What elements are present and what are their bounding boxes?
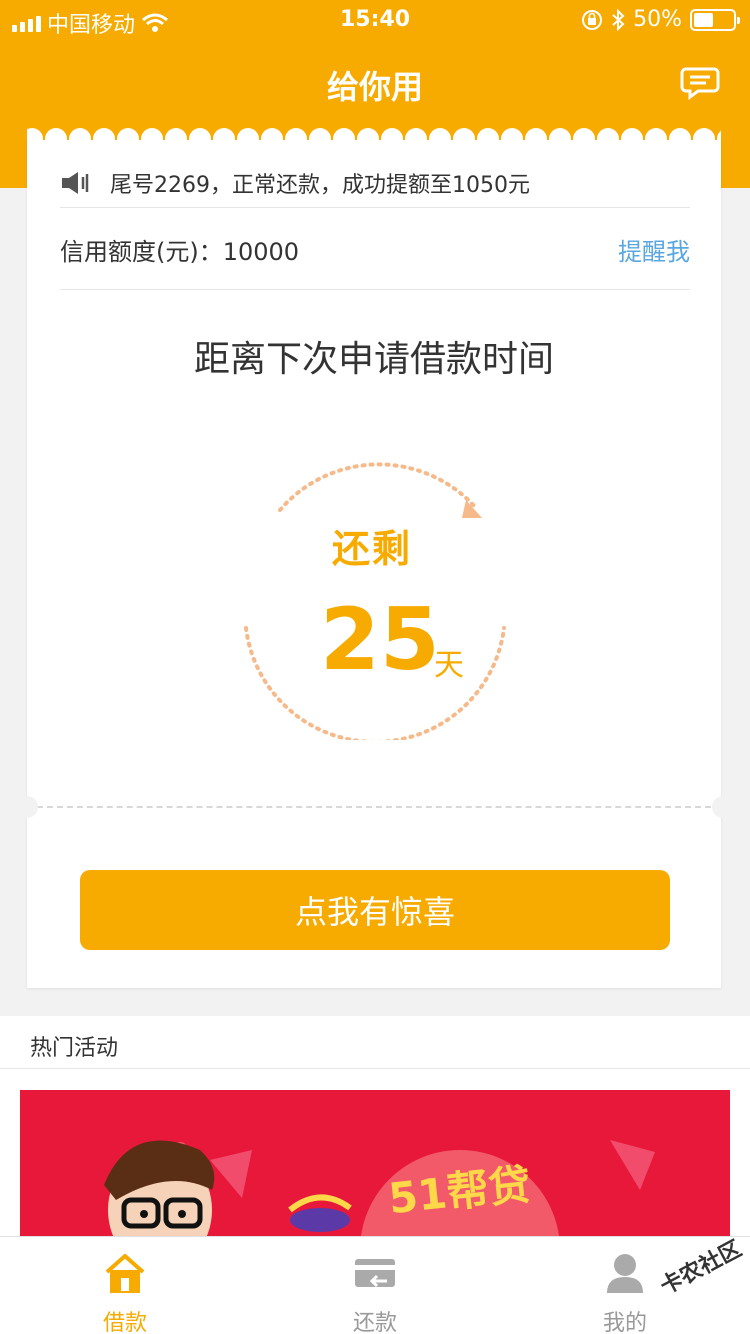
scallop-bump xyxy=(117,128,139,150)
orientation-lock-icon xyxy=(582,9,603,30)
credit-limit: 信用额度(元)：10000 xyxy=(60,238,300,266)
scallop-bump xyxy=(189,128,211,150)
speaker-icon xyxy=(62,171,89,194)
scallop-bump xyxy=(237,128,259,150)
scallop-bump xyxy=(285,128,307,150)
credit-row: 信用额度(元)：10000 提醒我 xyxy=(60,210,690,290)
scallop-bump xyxy=(573,128,595,150)
tab-label: 我的 xyxy=(602,1311,647,1334)
remind-me-link[interactable]: 提醒我 xyxy=(618,232,690,267)
scallop-bump xyxy=(27,128,43,150)
activity-banner[interactable]: 51帮贷 xyxy=(20,1090,730,1250)
card-notch-left xyxy=(16,796,38,818)
card-return-icon xyxy=(355,1259,395,1288)
scallop-bump xyxy=(477,128,499,150)
scallop-bump xyxy=(69,128,91,150)
scallop-bump xyxy=(669,128,691,150)
status-right: 50% xyxy=(581,7,740,32)
days-remaining: 25 xyxy=(320,590,440,690)
notice-text: 尾号2269，正常还款，成功提额至1050元 xyxy=(110,172,530,198)
scallop-bump xyxy=(453,128,475,150)
countdown-heading: 距离下次申请借款时间 xyxy=(193,339,554,380)
scallop-bump xyxy=(213,128,235,150)
bluetooth-icon xyxy=(612,8,625,31)
scallop-bump xyxy=(141,128,163,150)
battery-icon xyxy=(690,8,740,31)
tab-label: 还款 xyxy=(352,1311,397,1334)
card-notch-right xyxy=(712,796,734,818)
scallop-bump xyxy=(357,128,379,150)
scallop-bump xyxy=(597,128,619,150)
scallop-bump xyxy=(405,128,427,150)
scallop-bump xyxy=(309,128,331,150)
tab-label: 借款 xyxy=(102,1311,147,1334)
section-title: 热门活动 xyxy=(30,1036,119,1061)
tab-borrow[interactable]: 借款 xyxy=(0,1237,250,1334)
notice-bar: 尾号2269，正常还款，成功提额至1050元 xyxy=(60,158,690,208)
card-scallop-edge xyxy=(27,128,721,152)
user-icon xyxy=(607,1254,643,1293)
scallop-bump xyxy=(717,128,721,150)
tab-bar: 借款 还款 我的 xyxy=(0,1236,750,1334)
banner-artwork xyxy=(104,1140,655,1250)
scallop-bump xyxy=(645,128,667,150)
scallop-bump xyxy=(333,128,355,150)
scallop-bump xyxy=(501,128,523,150)
scallop-bump xyxy=(621,128,643,150)
scallop-bump xyxy=(525,128,547,150)
tab-repay[interactable]: 还款 xyxy=(250,1237,500,1334)
message-icon[interactable] xyxy=(680,66,720,100)
scallop-bump xyxy=(93,128,115,150)
remain-label: 还剩 xyxy=(331,527,412,571)
scallop-bump xyxy=(45,128,67,150)
page-title: 给你用 xyxy=(326,68,423,106)
scallop-bump xyxy=(549,128,571,150)
section-divider xyxy=(0,1068,750,1069)
days-unit: 天 xyxy=(434,648,464,683)
status-bar: 中国移动 15:40 50% xyxy=(0,0,750,40)
scallop-bump xyxy=(381,128,403,150)
battery-percent: 50% xyxy=(633,7,682,32)
surprise-button[interactable]: 点我有惊喜 xyxy=(80,870,670,950)
scallop-bump xyxy=(693,128,715,150)
scallop-bump xyxy=(429,128,451,150)
card-divider xyxy=(27,806,721,808)
scallop-bump xyxy=(165,128,187,150)
home-icon xyxy=(105,1254,145,1293)
scallop-bump xyxy=(261,128,283,150)
